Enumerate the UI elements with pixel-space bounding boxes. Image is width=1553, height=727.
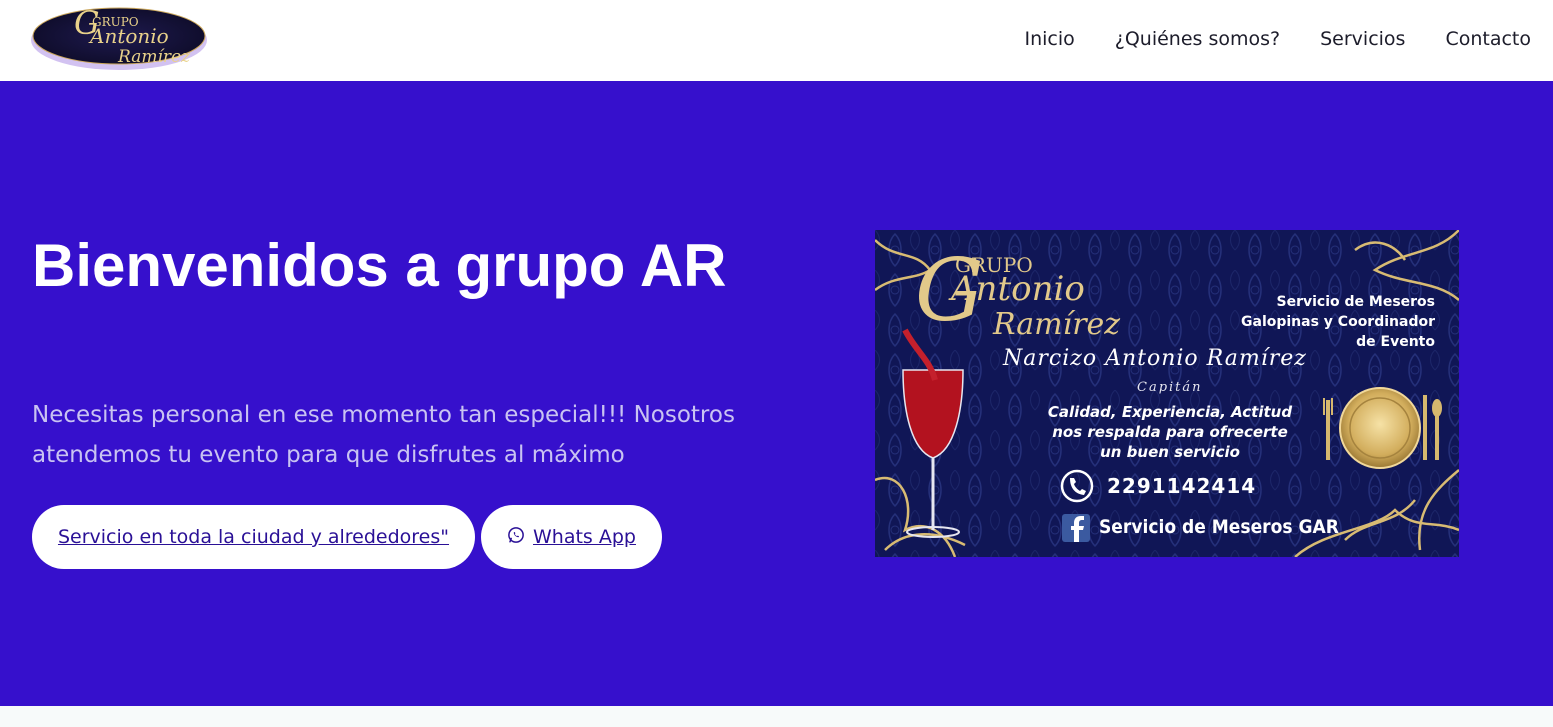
facebook-icon (1062, 514, 1090, 542)
card-phone-number: 2291142414 (1107, 474, 1257, 498)
card-logo-line3: Ramírez (992, 307, 1120, 342)
card-services-line2: Galopinas y Coordinador (1241, 314, 1435, 330)
card-quality-text: Calidad, Experiencia, Actitud nos respal… (1040, 402, 1300, 462)
logo-line3: Ramírez (117, 47, 191, 67)
next-section-edge (0, 706, 1553, 727)
card-logo-line2: Antonio (948, 269, 1085, 309)
card-quality-line2: nos respalda para ofrecerte (1052, 423, 1288, 441)
whatsapp-icon (507, 526, 525, 549)
card-quality-line1: Calidad, Experiencia, Actitud (1047, 403, 1293, 421)
main-nav: Inicio ¿Quiénes somos? Servicios Contact… (984, 28, 1531, 50)
card-person-name: Narcizo Antonio Ramírez (1003, 346, 1307, 371)
nav-inicio[interactable]: Inicio (1024, 28, 1074, 50)
card-quality-line3: un buen servicio (1100, 443, 1240, 461)
card-services-text: Servicio de Meseros Galopinas y Coordina… (1241, 292, 1435, 352)
business-card-image: G GRUPO Antonio Ramírez Servicio de Mese… (875, 230, 1459, 557)
nav-contacto[interactable]: Contacto (1445, 28, 1531, 50)
logo-line2: Antonio (88, 24, 169, 48)
hero-subtitle: Necesitas personal en ese momento tan es… (32, 402, 735, 468)
card-facebook-name: Servicio de Meseros GAR (1099, 516, 1339, 538)
whatsapp-button[interactable]: Whats App (481, 505, 662, 569)
navbar: G GRUPO Antonio Ramírez Inicio ¿Quiénes … (0, 0, 1553, 81)
card-services-line1: Servicio de Meseros (1276, 294, 1436, 310)
hero-section: Bienvenidos a grupo AR Necesitas persona… (0, 81, 1553, 706)
service-area-label: Servicio en toda la ciudad y alrededores… (57, 526, 450, 548)
service-area-button[interactable]: Servicio en toda la ciudad y alrededores… (32, 505, 475, 569)
site-logo[interactable]: G GRUPO Antonio Ramírez (30, 4, 208, 70)
nav-quienes-somos[interactable]: ¿Quiénes somos? (1115, 28, 1280, 50)
whatsapp-label: Whats App (533, 526, 636, 548)
card-person-role: Capitán (1137, 380, 1203, 395)
nav-servicios[interactable]: Servicios (1320, 28, 1405, 50)
hero-title: Bienvenidos a grupo AR (32, 232, 727, 299)
